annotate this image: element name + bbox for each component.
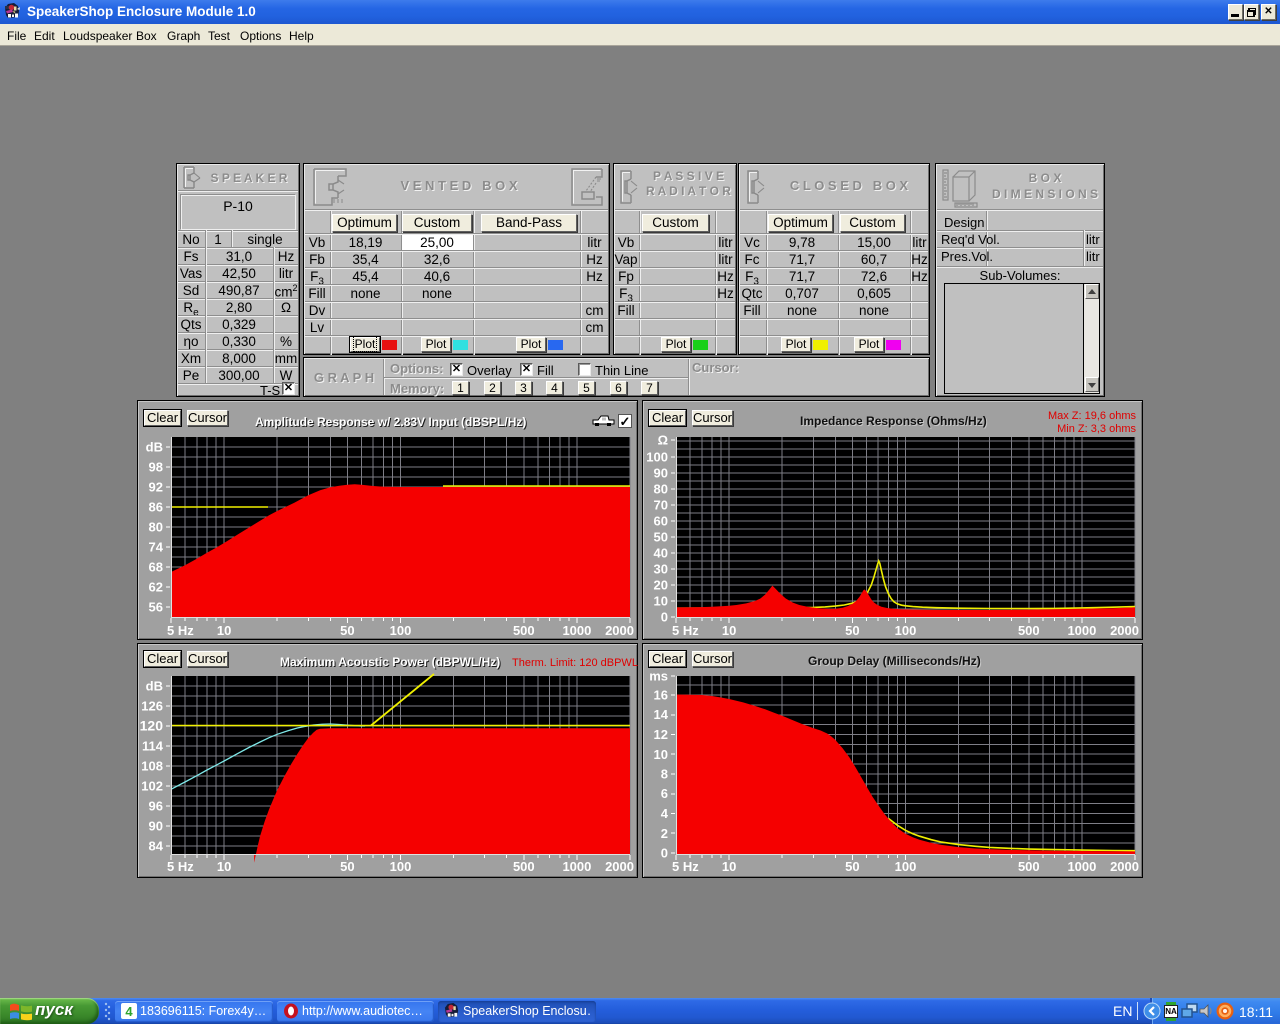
svg-text:92: 92 [149,480,163,495]
svg-text:100: 100 [390,859,412,874]
svg-text:2000: 2000 [1110,623,1139,638]
svg-text:100: 100 [895,859,917,874]
svg-text:84: 84 [149,839,164,854]
svg-text:1000: 1000 [1067,859,1096,874]
svg-text:90: 90 [654,466,668,481]
svg-text:4: 4 [661,806,669,821]
svg-text:2000: 2000 [605,623,634,638]
svg-text:5 Hz: 5 Hz [672,859,699,874]
svg-text:62: 62 [149,580,163,595]
svg-text:dB: dB [146,440,163,455]
svg-text:500: 500 [513,859,535,874]
svg-text:68: 68 [149,560,163,575]
svg-text:Ω: Ω [658,433,668,448]
svg-text:500: 500 [1018,859,1040,874]
svg-text:5 Hz: 5 Hz [167,859,194,874]
svg-text:10: 10 [654,747,668,762]
svg-text:4: 4 [125,1004,133,1019]
svg-text:102: 102 [141,779,163,794]
svg-text:108: 108 [141,759,163,774]
svg-text:80: 80 [654,482,668,497]
svg-text:100: 100 [390,623,412,638]
svg-text:86: 86 [149,500,163,515]
svg-text:96: 96 [149,799,163,814]
svg-text:50: 50 [845,623,859,638]
svg-text:8: 8 [661,767,668,782]
svg-text:74: 74 [149,540,164,555]
svg-text:1000: 1000 [1067,623,1096,638]
svg-text:10: 10 [654,594,668,609]
svg-text:100: 100 [646,450,668,465]
svg-text:50: 50 [654,530,668,545]
svg-text:2000: 2000 [605,859,634,874]
svg-text:500: 500 [1018,623,1040,638]
svg-text:30: 30 [654,562,668,577]
svg-text:56: 56 [149,600,163,615]
svg-text:50: 50 [340,859,354,874]
svg-text:500: 500 [513,623,535,638]
svg-text:90: 90 [149,819,163,834]
svg-text:120: 120 [140,718,164,734]
svg-text:20: 20 [654,578,668,593]
svg-text:5 Hz: 5 Hz [672,623,699,638]
svg-text:50: 50 [340,623,354,638]
svg-text:1000: 1000 [562,859,591,874]
svg-text:6: 6 [661,786,668,801]
svg-text:dB: dB [146,679,163,694]
svg-text:126: 126 [141,699,163,714]
svg-text:10: 10 [217,623,231,638]
svg-text:14: 14 [654,707,669,722]
svg-text:10: 10 [217,859,231,874]
svg-text:50: 50 [845,859,859,874]
svg-text:98: 98 [149,460,163,475]
svg-text:70: 70 [654,498,668,513]
svg-text:10: 10 [722,859,736,874]
svg-text:100: 100 [895,623,917,638]
svg-text:40: 40 [654,546,668,561]
svg-text:12: 12 [654,727,668,742]
svg-text:2: 2 [661,826,668,841]
svg-text:60: 60 [654,514,668,529]
svg-text:80: 80 [149,520,163,535]
svg-text:5 Hz: 5 Hz [167,623,194,638]
svg-text:10: 10 [722,623,736,638]
svg-text:0: 0 [661,846,668,861]
svg-text:1000: 1000 [562,623,591,638]
svg-text:2000: 2000 [1110,859,1139,874]
svg-text:0: 0 [661,610,668,625]
svg-text:ms: ms [649,669,668,684]
svg-text:16: 16 [654,688,668,703]
svg-text:114: 114 [142,739,164,754]
